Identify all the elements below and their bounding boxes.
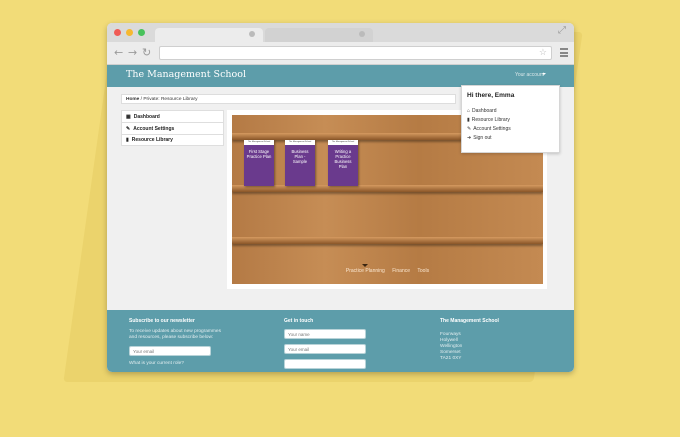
dropdown-item-label: Resource Library <box>471 116 510 123</box>
site-footer: Subscribe to our newsletter To receive u… <box>107 310 574 372</box>
contact-heading: Get in touch <box>284 318 314 324</box>
book-title: First Stage Practice Plan <box>246 149 272 159</box>
newsletter-column: Subscribe to our newsletter To receive u… <box>129 318 229 367</box>
sidebar-item-label: Dashboard <box>133 113 160 120</box>
close-window-button[interactable] <box>114 29 121 36</box>
forward-icon[interactable]: → <box>128 46 137 59</box>
shelf-plank <box>232 237 543 244</box>
book-title: Writing a Practice Business Plan <box>334 149 352 169</box>
sidebar-item-dashboard[interactable]: ▦ Dashboard <box>121 110 224 122</box>
wrench-icon: ✎ <box>467 125 472 132</box>
category-practice-planning[interactable]: Practice Planning <box>346 268 385 274</box>
book-icon: ▮ <box>126 137 129 143</box>
book-publisher-label: The Management School <box>285 140 315 145</box>
tab-strip: ⤢ <box>107 23 574 42</box>
role-question: What is your current role? <box>129 361 184 366</box>
expand-icon[interactable]: ⤢ <box>558 25 566 36</box>
tab-close-icon[interactable] <box>359 31 365 37</box>
sidebar-item-account-settings[interactable]: ✎ Account Settings <box>121 122 224 134</box>
minimize-window-button[interactable] <box>126 29 133 36</box>
signout-icon: ➜ <box>467 134 472 141</box>
website: The Management School Your account Home … <box>107 65 574 372</box>
reload-icon[interactable]: ↻ <box>142 46 151 59</box>
site-header: The Management School Your account <box>107 65 574 87</box>
address-line: TA21 0XY <box>440 356 462 361</box>
book-business-plan-sample[interactable]: The Management School Business Plan - Sa… <box>285 140 315 186</box>
account-menu-toggle[interactable]: Your account <box>515 72 544 78</box>
contact-message-input[interactable] <box>284 359 366 369</box>
wrench-icon: ✎ <box>126 125 131 132</box>
address-column: The Management School Fourways Holywell … <box>440 318 540 362</box>
book-publisher-label: The Management School <box>328 140 358 145</box>
bookmark-star-icon[interactable]: ☆ <box>539 47 547 58</box>
category-tabs: Practice Planning Finance Tools <box>232 268 543 274</box>
newsletter-email-input[interactable]: Your email <box>129 346 211 356</box>
book-icon: ▮ <box>467 116 470 123</box>
browser-tab[interactable] <box>155 28 263 42</box>
breadcrumb-separator: / <box>140 97 143 102</box>
category-tools[interactable]: Tools <box>417 268 429 274</box>
address-bar[interactable]: ☆ <box>159 46 552 60</box>
category-finance[interactable]: Finance <box>392 268 410 274</box>
zoom-window-button[interactable] <box>138 29 145 36</box>
site-brand[interactable]: The Management School <box>126 69 246 80</box>
book-title: Business Plan - Sample <box>291 149 309 164</box>
browser-toolbar: ← → ↻ ☆ <box>107 42 574 65</box>
contact-column: Get in touch Your name Your email <box>284 318 374 372</box>
sidebar-nav: ▦ Dashboard ✎ Account Settings ▮ Resource L… <box>121 110 224 146</box>
sidebar-item-label: Account Settings <box>133 125 175 132</box>
dropdown-item-account-settings[interactable]: ✎ Account Settings <box>467 124 554 133</box>
dropdown-item-label: Account Settings <box>473 125 511 132</box>
dropdown-item-label: Sign out <box>473 134 492 141</box>
browser-tab-inactive[interactable] <box>265 28 373 42</box>
sidebar-item-resource-library[interactable]: ▮ Resource Library <box>121 134 224 146</box>
contact-email-input[interactable]: Your email <box>284 344 366 354</box>
greeting: Hi there, Emma <box>467 92 515 99</box>
category-indicator-icon <box>362 264 368 267</box>
address-block: Fourways Holywell Wellington Somerset TA… <box>440 332 540 362</box>
book-writing-practice-business-plan[interactable]: The Management School Writing a Practice… <box>328 140 358 186</box>
dropdown-item-sign-out[interactable]: ➜ Sign out <box>467 133 554 142</box>
dropdown-item-label: Dashboard <box>472 107 497 114</box>
address-heading: The Management School <box>440 318 499 324</box>
book-publisher-label: The Management School <box>244 140 274 145</box>
breadcrumb-current: Private: Resource Library <box>143 97 198 102</box>
grid-icon: ▦ <box>126 113 131 120</box>
dropdown-item-dashboard[interactable]: ⌂ Dashboard <box>467 106 554 115</box>
browser-menu-icon[interactable] <box>560 48 568 59</box>
newsletter-heading: Subscribe to our newsletter <box>129 318 195 324</box>
breadcrumb-home[interactable]: Home <box>126 97 139 102</box>
sidebar-item-label: Resource Library <box>131 137 173 143</box>
contact-name-input[interactable]: Your name <box>284 329 366 339</box>
breadcrumb: Home / Private: Resource Library <box>121 94 456 104</box>
tab-close-icon[interactable] <box>249 31 255 37</box>
home-icon: ⌂ <box>467 107 471 114</box>
shelf-plank <box>232 185 543 192</box>
account-dropdown: Hi there, Emma ⌂ Dashboard ▮ Resource Libr… <box>461 85 560 153</box>
back-icon[interactable]: ← <box>114 46 123 59</box>
browser-window: ⤢ ← → ↻ ☆ The Management School Your acc… <box>107 23 574 372</box>
caret-down-icon <box>542 73 546 75</box>
dropdown-item-resource-library[interactable]: ▮ Resource Library <box>467 115 554 124</box>
newsletter-text: To receive updates about new programmes … <box>129 329 221 340</box>
book-first-stage-practice-plan[interactable]: The Management School First Stage Practi… <box>244 140 274 186</box>
